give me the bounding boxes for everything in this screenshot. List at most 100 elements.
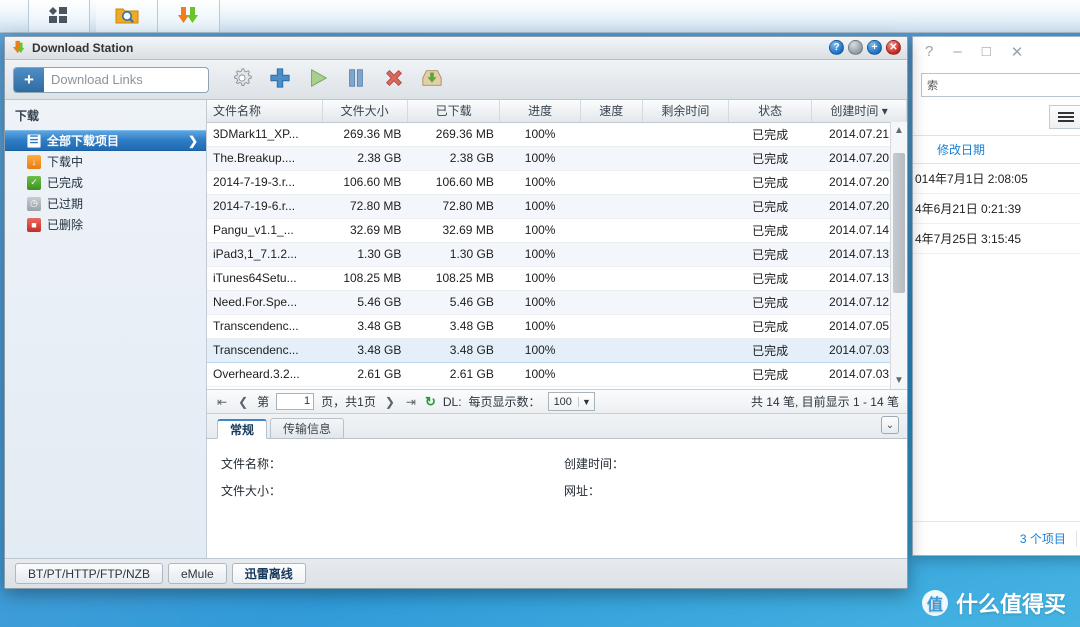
download-station-body: 下载 ☰ 全部下载项目 ❯ ↓ 下载中 ✓ 已完成 ◷ 已过期 ■ 已删除 文件…: [5, 100, 907, 558]
watermark-text: 什么值得买: [955, 592, 1066, 617]
sidebar: 下载 ☰ 全部下载项目 ❯ ↓ 下载中 ✓ 已完成 ◷ 已过期 ■ 已删除: [5, 100, 207, 558]
detail-label-created: 创建时间：: [564, 457, 625, 471]
bg-search-input[interactable]: 索: [921, 73, 1080, 97]
scrollbar-track[interactable]: [891, 139, 907, 372]
close-button[interactable]: ✕: [886, 40, 901, 55]
detail-row: 文件名称： 创建时间：: [221, 455, 907, 472]
table-row[interactable]: The.Breakup.... 2.38 GB 2.38 GB 100% 已完成 2014…: [207, 146, 907, 171]
expired-clock-icon: ◷: [27, 196, 41, 211]
minimize-button[interactable]: [848, 40, 863, 55]
footer-tab-emule[interactable]: eMule: [168, 563, 227, 584]
chevron-down-icon: ▼: [577, 396, 594, 407]
table-row[interactable]: 2014-7-19-6.r... 72.80 MB 72.80 MB 100% 已完成 2…: [207, 194, 907, 219]
table-vertical-scrollbar[interactable]: ▲ ▼: [890, 122, 907, 389]
column-header-speed[interactable]: 速度: [580, 100, 643, 123]
window-controls: ? + ✕: [829, 40, 901, 55]
status-cell: 已完成: [728, 314, 812, 339]
file-size-cell: 32.69 MB: [322, 218, 408, 243]
bg-column-header-modified[interactable]: 修改日期: [913, 135, 1080, 164]
download-station-window[interactable]: Download Station ? + ✕ + Download Links: [4, 36, 908, 589]
collapse-panel-button[interactable]: ⌄: [881, 416, 899, 434]
file-name-cell: iPad3,1_7.1.2...: [207, 242, 322, 267]
tab-transfer[interactable]: 传输信息: [270, 418, 345, 438]
column-header-downloaded[interactable]: 已下载: [407, 100, 501, 123]
settings-button[interactable]: [223, 60, 261, 100]
remaining-time-cell: [642, 218, 729, 243]
scrollbar-thumb[interactable]: [893, 152, 905, 293]
sidebar-item-downloading[interactable]: ↓ 下载中: [5, 151, 206, 172]
downloaded-cell: 269.36 MB: [407, 122, 500, 147]
table-row[interactable]: Transcendenc... 3.48 GB 3.48 GB 100% 已完成 2014…: [207, 314, 907, 339]
scroll-down-arrow-icon[interactable]: ▼: [891, 372, 907, 389]
bg-close-button[interactable]: ✕: [1011, 43, 1024, 61]
scroll-up-arrow-icon[interactable]: ▲: [891, 122, 907, 139]
table-row[interactable]: 2014-7-19-3.r... 106.60 MB 106.60 MB 100% 已完…: [207, 170, 907, 195]
sidebar-header: 下载: [15, 109, 40, 123]
add-task-button[interactable]: [261, 60, 299, 100]
remaining-time-cell: [642, 122, 729, 147]
delete-button[interactable]: [375, 60, 413, 100]
file-name-cell: The.Breakup....: [207, 146, 322, 171]
remaining-time-cell: [642, 314, 729, 339]
speed-cell: [580, 362, 643, 387]
column-header-filename[interactable]: 文件名称: [207, 100, 323, 123]
page-number-input[interactable]: 1: [276, 393, 315, 410]
column-header-remaining[interactable]: 剩余时间: [642, 100, 730, 123]
sidebar-item-deleted[interactable]: ■ 已删除: [5, 214, 206, 235]
file-name-cell: 2014-7-19-6.r...: [207, 194, 322, 219]
table-row[interactable]: 3DMark11_XP... 269.36 MB 269.36 MB 100% 已完成 2…: [207, 122, 907, 147]
prev-page-icon[interactable]: ❮: [236, 395, 250, 409]
refresh-icon[interactable]: ↻: [425, 394, 436, 410]
detail-label-filesize: 文件大小：: [221, 484, 282, 498]
column-header-filesize[interactable]: 文件大小: [322, 100, 408, 123]
table-row[interactable]: iTunes64Setu... 108.25 MB 108.25 MB 100% 已完成…: [207, 266, 907, 291]
chevron-right-icon: ❯: [187, 133, 198, 148]
deleted-trash-icon: ■: [27, 217, 41, 232]
sidebar-item-expired[interactable]: ◷ 已过期: [5, 193, 206, 214]
sidebar-item-all-downloads[interactable]: ☰ 全部下载项目 ❯: [5, 130, 206, 151]
per-page-select[interactable]: 100 ▼: [547, 392, 595, 411]
maximize-button[interactable]: +: [867, 40, 882, 55]
download-to-button[interactable]: [413, 60, 451, 100]
bg-list-view-button[interactable]: [1049, 105, 1080, 129]
pause-button[interactable]: [337, 60, 375, 100]
list-item[interactable]: 4年7月25日 3:15:45: [913, 224, 1080, 254]
plus-icon[interactable]: +: [14, 67, 44, 92]
list-item[interactable]: 4年6月21日 0:21:39: [913, 194, 1080, 224]
bg-help-button[interactable]: ?: [925, 43, 933, 60]
bg-minimize-button[interactable]: –: [953, 43, 961, 60]
download-station-titlebar[interactable]: Download Station ? + ✕: [5, 37, 907, 60]
file-size-cell: 1.30 GB: [322, 242, 408, 267]
taskbar-download-station-button[interactable]: [158, 0, 220, 32]
speed-cell: [580, 218, 643, 243]
detail-label-filename: 文件名称：: [221, 457, 282, 471]
list-item[interactable]: 014年7月1日 2:08:05: [913, 164, 1080, 194]
first-page-icon[interactable]: ⇤: [215, 395, 229, 409]
next-page-icon[interactable]: ❯: [383, 395, 397, 409]
footer-tab-bt[interactable]: BT/PT/HTTP/FTP/NZB: [15, 563, 163, 584]
file-name-cell: 3DMark11_XP...: [207, 122, 322, 147]
sidebar-item-completed[interactable]: ✓ 已完成: [5, 172, 206, 193]
column-header-progress[interactable]: 进度: [499, 100, 581, 123]
download-links-input[interactable]: + Download Links: [13, 66, 209, 93]
start-button[interactable]: [299, 60, 337, 100]
help-button[interactable]: ?: [829, 40, 844, 55]
remaining-time-cell: [642, 362, 729, 387]
remaining-time-cell: [642, 337, 729, 363]
bg-maximize-button[interactable]: □: [982, 43, 991, 60]
background-file-explorer-window[interactable]: ? – □ ✕ 索 ▾ 修改日期 014年7月1日 2:08:05 4年6月21…: [912, 36, 1080, 556]
column-header-created[interactable]: 创建时间 ▾: [811, 100, 907, 123]
table-row[interactable]: Pangu_v1.1_... 32.69 MB 32.69 MB 100% 已完成 201…: [207, 218, 907, 243]
tab-general[interactable]: 常规: [217, 419, 268, 439]
column-header-status[interactable]: 状态: [728, 100, 813, 123]
table-row[interactable]: Transcendenc... 3.48 GB 3.48 GB 100% 已完成 2014…: [207, 337, 907, 363]
speed-cell: [580, 194, 643, 219]
footer-tab-xunlei[interactable]: 迅雷离线: [231, 563, 306, 584]
last-page-icon[interactable]: ⇥: [404, 395, 418, 409]
table-row[interactable]: Overheard.3.2... 2.61 GB 2.61 GB 100% 已完成 201…: [207, 362, 907, 387]
taskbar-file-station-button[interactable]: [96, 0, 158, 32]
taskbar-apps-button[interactable]: [28, 0, 90, 32]
table-row[interactable]: iPad3,1_7.1.2... 1.30 GB 1.30 GB 100% 已完成 201…: [207, 242, 907, 267]
table-row[interactable]: Need.For.Spe... 5.46 GB 5.46 GB 100% 已完成 2014…: [207, 290, 907, 315]
download-table-container: 文件名称 文件大小 已下载 进度 速度 剩余时间 状态 创建时间 ▾ 3DMar…: [207, 100, 907, 389]
